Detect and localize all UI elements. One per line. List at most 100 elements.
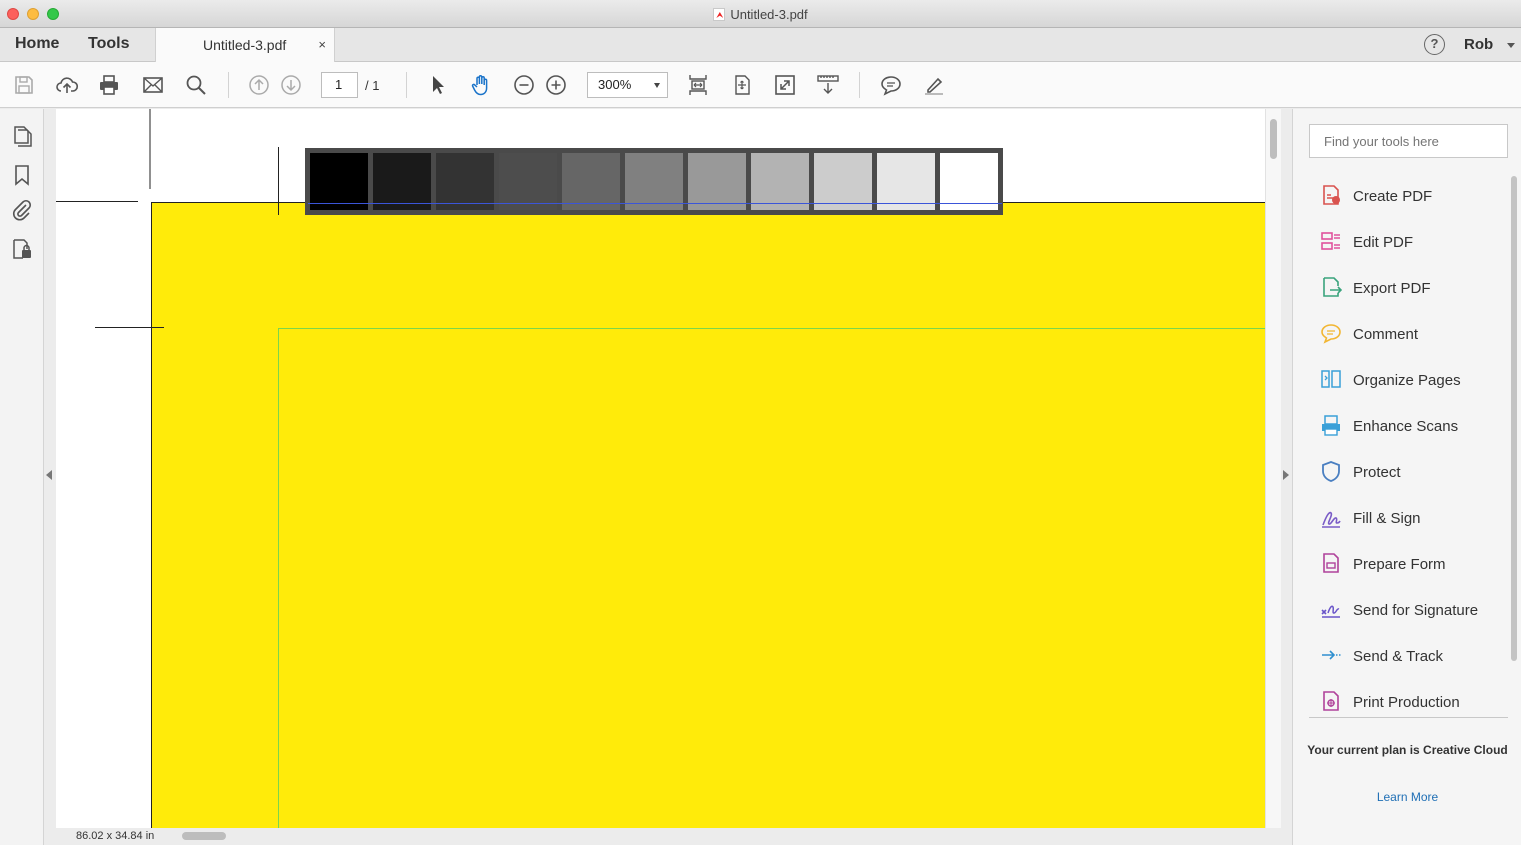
comment-icon	[1321, 324, 1341, 344]
organize-pages-icon	[1321, 370, 1341, 388]
gray-swatch	[751, 153, 809, 210]
grayscale-color-bar	[305, 148, 1003, 215]
tool-item-enhance-scans[interactable]: Enhance Scans	[1309, 405, 1508, 445]
toolbar-separator	[228, 72, 229, 98]
tools-search-input[interactable]	[1309, 124, 1508, 158]
document-properties-icon[interactable]	[10, 237, 34, 261]
tool-item-label: Enhance Scans	[1353, 418, 1459, 435]
gray-swatch	[814, 153, 872, 210]
tool-item-label: Organize Pages	[1353, 372, 1461, 389]
zoom-dropdown-caret-icon	[654, 83, 660, 88]
yellow-page-area	[151, 202, 1265, 828]
gray-swatch	[373, 153, 431, 210]
print-production-icon	[1323, 691, 1339, 711]
next-page-icon[interactable]	[279, 73, 303, 97]
zoom-out-icon[interactable]	[512, 73, 536, 97]
main-toolbar: 1 / 1 300%	[0, 62, 1521, 108]
collapse-right-panel-icon[interactable]	[1283, 470, 1289, 480]
export-pdf-icon	[1323, 277, 1342, 297]
fit-page-icon[interactable]	[730, 73, 754, 97]
gray-swatch	[877, 153, 935, 210]
email-icon[interactable]	[141, 73, 165, 97]
tools-list: Create PDF Edit PDF Export PDF Comment Organ…	[1309, 173, 1508, 718]
tool-item-label: Edit PDF	[1353, 234, 1414, 251]
toolbar-separator	[406, 72, 407, 98]
plan-info-text: Your current plan is Creative Cloud	[1307, 743, 1508, 757]
user-menu-caret-icon[interactable]	[1507, 43, 1515, 48]
tool-item-create-pdf[interactable]: Create PDF	[1309, 175, 1508, 215]
hand-tool-icon[interactable]	[469, 73, 493, 97]
select-cursor-icon[interactable]	[426, 73, 450, 97]
help-icon[interactable]: ?	[1424, 34, 1445, 55]
prepare-form-icon	[1323, 553, 1339, 573]
protect-icon	[1322, 461, 1340, 482]
fit-width-icon[interactable]	[686, 73, 710, 97]
search-icon[interactable]	[184, 73, 208, 97]
tool-item-label: Create PDF	[1353, 188, 1433, 205]
tool-item-label: Protect	[1353, 464, 1401, 481]
page-number-input[interactable]: 1	[321, 72, 358, 98]
horizontal-scroll-thumb[interactable]	[182, 832, 226, 840]
gray-swatch	[499, 153, 557, 210]
gray-swatch	[562, 153, 620, 210]
tools-pane: Create PDF Edit PDF Export PDF Comment Organ…	[1292, 109, 1521, 845]
tool-item-label: Send & Track	[1353, 648, 1444, 665]
tool-item-edit-pdf[interactable]: Edit PDF	[1309, 221, 1508, 261]
tool-item-send-signature[interactable]: Send for Signature	[1309, 589, 1508, 629]
page-total: / 1	[365, 78, 380, 93]
gray-swatch	[940, 153, 998, 210]
collapse-left-panel-icon[interactable]	[46, 470, 52, 480]
tool-item-send-track[interactable]: Send & Track	[1309, 635, 1508, 675]
comment-tool-icon[interactable]	[879, 73, 903, 97]
save-icon[interactable]	[12, 73, 36, 97]
tool-item-prepare-form[interactable]: Prepare Form	[1309, 543, 1508, 583]
gray-swatch	[688, 153, 746, 210]
toolbar-separator	[859, 72, 860, 98]
learn-more-link[interactable]: Learn More	[1293, 790, 1521, 804]
full-screen-icon[interactable]	[773, 73, 797, 97]
bookmarks-icon[interactable]	[10, 163, 34, 187]
tool-item-protect[interactable]: Protect	[1309, 451, 1508, 491]
tool-item-organize-pages[interactable]: Organize Pages	[1309, 359, 1508, 399]
nav-home-tab[interactable]: Home	[15, 28, 59, 61]
gray-swatch	[436, 153, 494, 210]
gray-swatch	[625, 153, 683, 210]
tool-item-label: Comment	[1353, 326, 1419, 343]
tools-pane-scrollbar[interactable]	[1511, 176, 1517, 661]
vertical-scroll-thumb[interactable]	[1270, 119, 1277, 159]
nav-tools-tab[interactable]: Tools	[88, 28, 129, 61]
tool-item-comment[interactable]: Comment	[1309, 313, 1508, 353]
zoom-level-select[interactable]: 300%	[587, 72, 668, 98]
read-mode-icon[interactable]	[816, 73, 840, 97]
document-tab[interactable]: Untitled-3.pdf ×	[155, 28, 335, 62]
edit-pdf-icon	[1321, 232, 1340, 250]
enhance-scans-icon	[1322, 415, 1340, 436]
status-bar: 86.02 x 34.84 in	[56, 828, 1281, 845]
attachments-icon[interactable]	[10, 198, 34, 222]
window-title-text: Untitled-3.pdf	[730, 7, 808, 22]
zoom-in-icon[interactable]	[544, 73, 568, 97]
create-pdf-icon	[1323, 185, 1340, 205]
send-track-icon	[1322, 650, 1341, 660]
zoom-level-value: 300%	[598, 77, 632, 92]
page-thumbnails-icon[interactable]	[10, 124, 34, 148]
user-menu[interactable]: Rob	[1464, 36, 1493, 53]
tool-item-label: Send for Signature	[1353, 602, 1479, 619]
tool-item-export-pdf[interactable]: Export PDF	[1309, 267, 1508, 307]
document-tab-label: Untitled-3.pdf	[203, 37, 287, 53]
close-tab-icon[interactable]: ×	[318, 37, 326, 52]
tool-item-fill-sign[interactable]: Fill & Sign	[1309, 497, 1508, 537]
tool-item-label: Fill & Sign	[1353, 510, 1421, 527]
previous-page-icon[interactable]	[247, 73, 271, 97]
cloud-upload-icon[interactable]	[55, 73, 79, 97]
highlight-pen-icon[interactable]	[922, 73, 946, 97]
tool-item-print-production[interactable]: Print Production	[1309, 681, 1508, 717]
pdf-page-canvas	[56, 109, 1265, 828]
print-icon[interactable]	[97, 73, 121, 97]
send-signature-icon	[1321, 605, 1340, 618]
left-navigation-rail	[0, 109, 44, 845]
tool-item-label: Print Production	[1353, 694, 1460, 711]
vertical-scrollbar[interactable]	[1265, 109, 1281, 828]
pdf-file-icon	[713, 8, 726, 21]
document-view[interactable]	[56, 109, 1265, 828]
